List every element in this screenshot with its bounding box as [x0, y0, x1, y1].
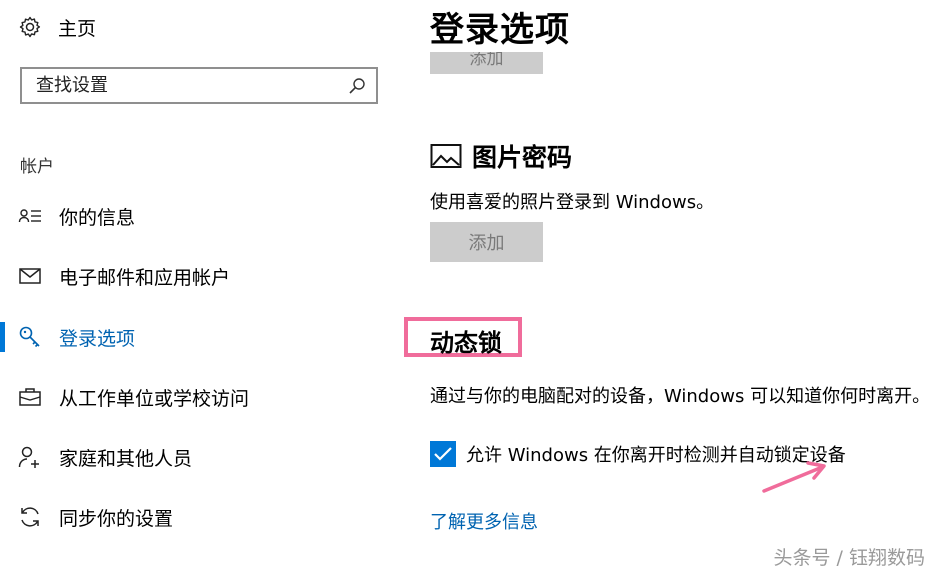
sidebar-item-label: 家庭和其他人员	[59, 447, 193, 470]
mail-icon	[19, 268, 41, 284]
picture-password-title: 图片密码	[472, 143, 573, 172]
section-title: 帐户	[20, 157, 54, 177]
sidebar-item-label: 登录选项	[59, 327, 136, 350]
picture-password-add-button[interactable]: 添加	[430, 222, 543, 262]
person-add-icon	[18, 446, 39, 468]
add-button-top-label: 添加	[469, 52, 504, 69]
sidebar-item-label: 同步你的设置	[59, 507, 174, 530]
content-pane: 添加 登录选项 图片密码 使用喜爱的照片登录到 Windows。 添加 动态锁 …	[400, 0, 939, 576]
sidebar-item-label: 你的信息	[59, 206, 136, 229]
sidebar-item-email-accounts[interactable]: 电子邮件和应用帐户	[0, 258, 400, 294]
learn-more-link[interactable]: 了解更多信息	[430, 508, 538, 534]
sidebar-item-label: 电子邮件和应用帐户	[59, 266, 231, 289]
search-icon[interactable]	[348, 77, 366, 95]
picture-password-description: 使用喜爱的照片登录到 Windows。	[430, 192, 715, 213]
dynamic-lock-title: 动态锁	[430, 329, 502, 357]
search-input[interactable]	[22, 69, 336, 102]
page-title: 登录选项	[430, 10, 570, 50]
add-button-top[interactable]: 添加	[430, 52, 543, 74]
sync-icon	[21, 507, 39, 527]
key-icon	[19, 326, 40, 348]
watermark: 头条号 / 钰翔数码	[773, 547, 925, 569]
sidebar-item-your-info[interactable]: 你的信息	[0, 198, 400, 234]
sidebar-item-work-school[interactable]: 从工作单位或学校访问	[0, 379, 400, 415]
pink-arrow-annotation	[762, 461, 826, 493]
sidebar-item-sync[interactable]: 同步你的设置	[0, 499, 400, 535]
briefcase-icon	[19, 388, 41, 406]
sidebar-item-sign-in-options[interactable]: 登录选项	[0, 319, 400, 355]
home-label: 主页	[58, 17, 97, 40]
dynamic-lock-description: 通过与你的电脑配对的设备，Windows 可以知道你何时离开。	[430, 386, 931, 407]
picture-password-header: 图片密码	[430, 138, 572, 174]
home-link[interactable]: 主页	[18, 12, 96, 42]
checkmark-icon	[434, 447, 452, 461]
picture-icon	[430, 144, 462, 168]
gear-icon	[19, 16, 41, 38]
search-box[interactable]	[20, 67, 378, 104]
sidebar-item-family[interactable]: 家庭和其他人员	[0, 439, 400, 475]
sidebar-item-label: 从工作单位或学校访问	[59, 387, 250, 410]
user-info-icon	[18, 209, 41, 223]
dynamic-lock-checkbox[interactable]	[430, 441, 456, 467]
sidebar: 主页 帐户 你的信息 电子邮件和应用帐户 登录选项	[0, 0, 400, 576]
